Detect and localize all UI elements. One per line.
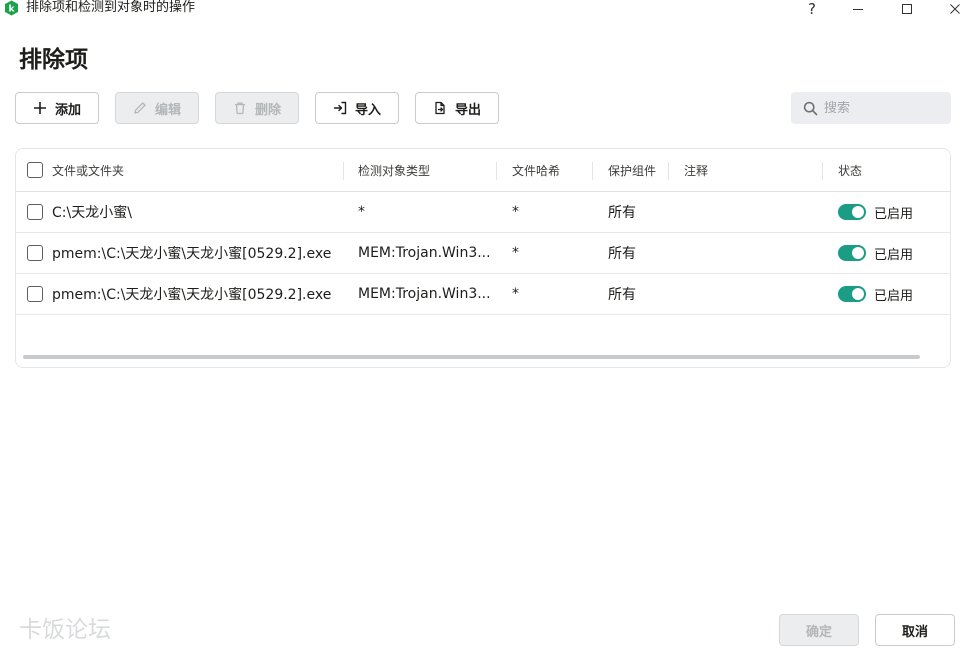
select-all-checkbox[interactable] <box>27 162 43 178</box>
column-header-object-type[interactable]: 检测对象类型 <box>358 149 430 192</box>
export-file-icon <box>435 101 445 115</box>
cell-path: C:\天龙小蜜\ <box>52 205 132 221</box>
cell-component: 所有 <box>608 246 636 262</box>
column-header-component[interactable]: 保护组件 <box>608 149 656 192</box>
svg-text:k: k <box>9 5 16 15</box>
cell-hash: * <box>512 245 519 261</box>
cell-status: 已启用 <box>838 233 948 273</box>
cell-object-type: * <box>358 204 365 220</box>
export-button[interactable]: 导出 <box>415 92 499 124</box>
export-button-label: 导出 <box>454 102 481 118</box>
cell-path: pmem:\C:\天龙小蜜\天龙小蜜[0529.2].exe <box>52 246 332 262</box>
column-divider[interactable] <box>343 162 344 180</box>
app-logo-icon: k <box>5 0 18 16</box>
cell-status: 已启用 <box>838 274 948 314</box>
add-button[interactable]: 添加 <box>15 92 99 124</box>
status-toggle[interactable] <box>838 245 866 261</box>
plus-icon <box>33 102 46 114</box>
cell-comment <box>684 192 814 232</box>
status-text: 已启用 <box>874 206 914 222</box>
pencil-icon <box>134 102 146 114</box>
cell-status: 已启用 <box>838 192 948 232</box>
ok-button[interactable]: 确定 <box>779 614 859 646</box>
column-divider[interactable] <box>668 162 669 180</box>
delete-button-label: 删除 <box>254 102 281 118</box>
row-checkbox[interactable] <box>27 245 43 261</box>
table-header: 文件或文件夹 检测对象类型 文件哈希 保护组件 注释 状态 <box>16 149 950 192</box>
column-header-comment[interactable]: 注释 <box>684 149 708 192</box>
window-title: 排除项和检测到对象时的操作 <box>26 0 196 15</box>
import-button[interactable]: 导入 <box>315 92 399 124</box>
cancel-button[interactable]: 取消 <box>875 614 955 646</box>
add-button-label: 添加 <box>54 102 81 118</box>
column-header-path[interactable]: 文件或文件夹 <box>52 149 124 192</box>
title-bar: k 排除项和检测到对象时的操作 ? <box>0 0 965 18</box>
cell-comment <box>684 233 814 273</box>
table-row[interactable]: C:\天龙小蜜\ * * 所有 已启用 <box>16 192 950 233</box>
column-divider[interactable] <box>496 162 497 180</box>
minimize-button[interactable] <box>846 0 870 18</box>
cell-hash: * <box>512 204 519 220</box>
status-text: 已启用 <box>874 247 914 263</box>
cell-object-type: MEM:Trojan.Win3... <box>358 286 491 302</box>
help-button[interactable]: ? <box>800 0 824 18</box>
close-button[interactable] <box>943 0 965 18</box>
table-row[interactable]: pmem:\C:\天龙小蜜\天龙小蜜[0529.2].exe MEM:Troja… <box>16 274 950 315</box>
column-header-status[interactable]: 状态 <box>838 149 862 192</box>
cell-path: pmem:\C:\天龙小蜜\天龙小蜜[0529.2].exe <box>52 287 332 303</box>
cell-hash: * <box>512 286 519 302</box>
page-title: 排除项 <box>19 47 88 73</box>
row-checkbox[interactable] <box>27 286 43 302</box>
search-box[interactable] <box>791 92 951 124</box>
maximize-button[interactable] <box>895 0 919 18</box>
status-toggle[interactable] <box>838 286 866 302</box>
horizontal-scrollbar[interactable] <box>23 355 920 359</box>
minimize-icon <box>853 9 863 10</box>
delete-button[interactable]: 删除 <box>215 92 299 124</box>
cell-comment <box>684 274 814 314</box>
edit-button[interactable]: 编辑 <box>115 92 199 124</box>
column-header-hash[interactable]: 文件哈希 <box>512 149 560 192</box>
close-icon <box>950 4 960 14</box>
watermark: 卡饭论坛 <box>19 617 111 643</box>
table-row[interactable]: pmem:\C:\天龙小蜜\天龙小蜜[0529.2].exe MEM:Troja… <box>16 233 950 274</box>
edit-button-label: 编辑 <box>154 102 181 118</box>
search-icon <box>803 101 818 115</box>
exclusions-table: 文件或文件夹 检测对象类型 文件哈希 保护组件 注释 状态 C:\天龙小蜜\ *… <box>15 148 951 368</box>
import-button-label: 导入 <box>354 102 381 118</box>
search-input[interactable] <box>824 100 944 116</box>
cell-component: 所有 <box>608 205 636 221</box>
column-divider[interactable] <box>592 162 593 180</box>
cell-object-type: MEM:Trojan.Win3... <box>358 245 491 261</box>
status-text: 已启用 <box>874 288 914 304</box>
row-checkbox[interactable] <box>27 204 43 220</box>
trash-icon <box>234 102 245 115</box>
column-divider[interactable] <box>822 162 823 180</box>
status-toggle[interactable] <box>838 204 866 220</box>
maximize-icon <box>902 4 912 14</box>
import-icon <box>333 101 347 115</box>
cell-component: 所有 <box>608 287 636 303</box>
